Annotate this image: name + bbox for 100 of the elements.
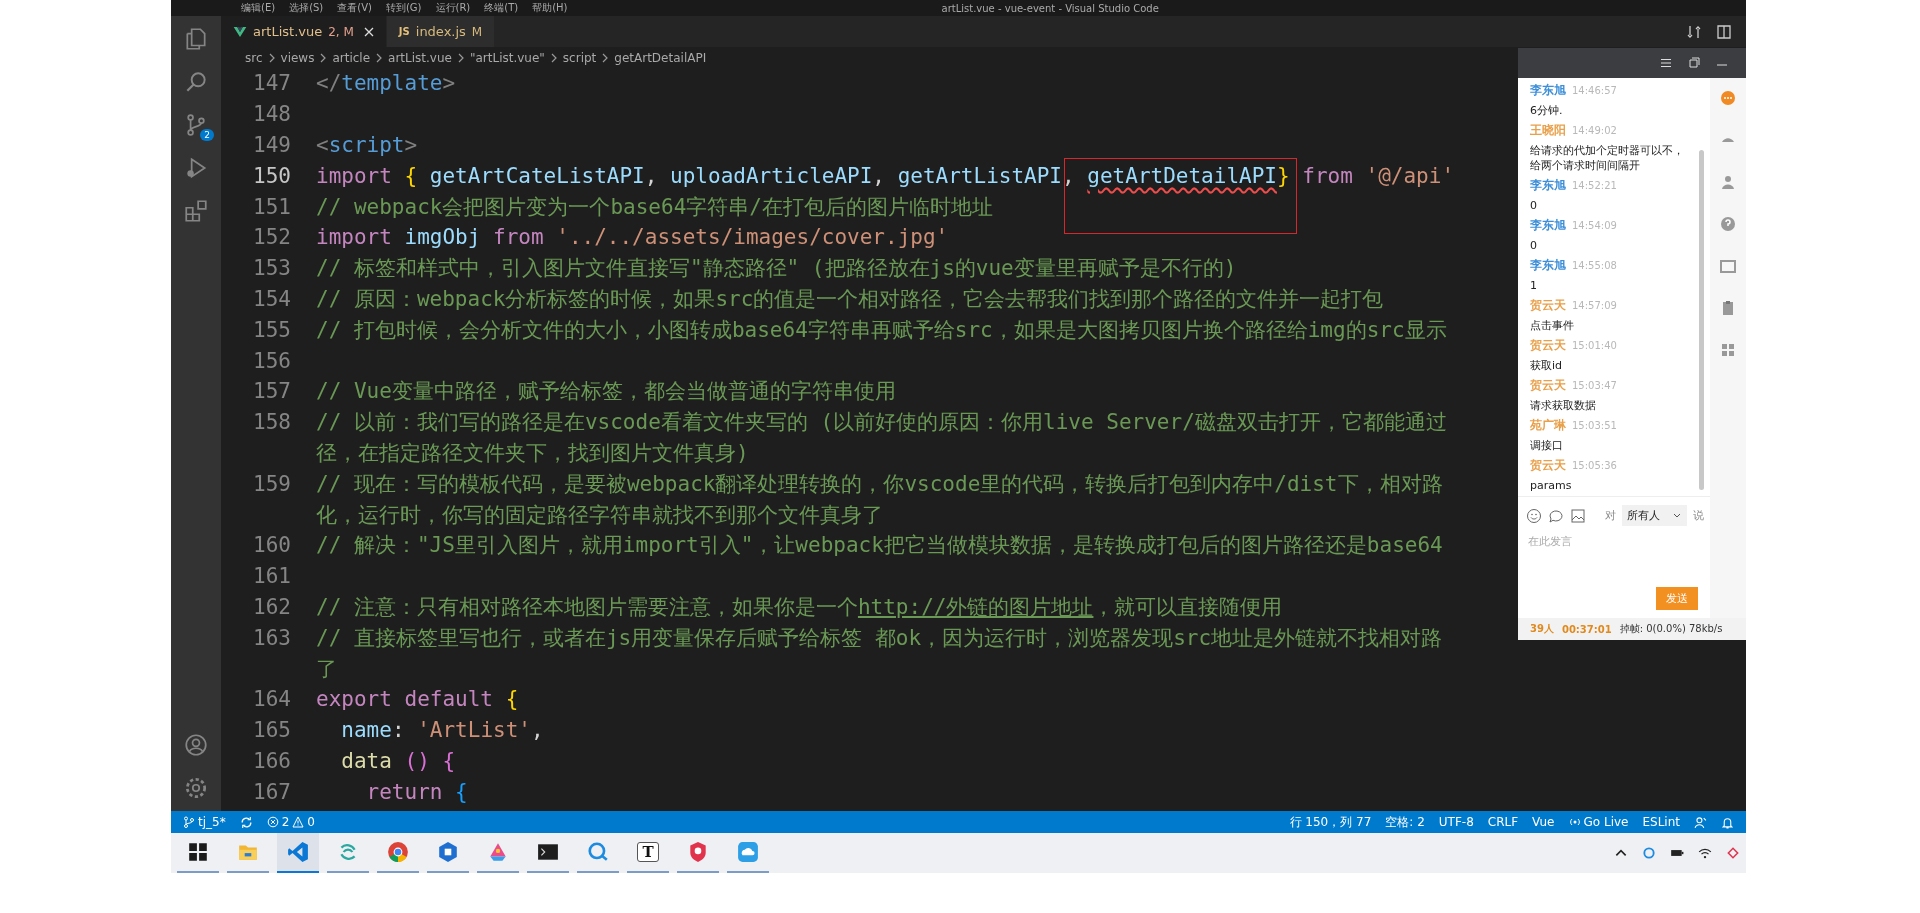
breadcrumb-item[interactable]: src (245, 50, 263, 65)
line-number: 156 (252, 348, 291, 373)
code-line: 化，运行时，你写的固定路径字符串就找不到那个文件真身了 (316, 501, 883, 529)
code-line: // webpack会把图片变为一个base64字符串/在打包后的图片临时地址 (316, 193, 993, 221)
chevron-icon (376, 52, 383, 63)
speech-bubble-icon[interactable] (1548, 507, 1564, 524)
menu-item[interactable]: 转到(G) (385, 1, 422, 15)
line-number: 162 (252, 594, 291, 619)
files-icon[interactable] (183, 26, 209, 52)
message-time: 15:05:36 (1572, 460, 1617, 471)
breadcrumb-item[interactable]: "artList.vue" (469, 50, 545, 65)
menu-item[interactable]: 运行(R) (435, 1, 471, 15)
go-live-button[interactable]: Go Live (1568, 815, 1629, 829)
line-number: 151 (252, 194, 291, 219)
chevron-icon (457, 52, 464, 63)
menu-item[interactable]: 选择(S) (289, 1, 324, 15)
sender-name: 苑广琳 (1530, 417, 1566, 434)
restore-icon[interactable] (1688, 57, 1700, 69)
taskbar-app[interactable]: T (627, 833, 669, 873)
problems-indicator[interactable]: 2 0 (266, 815, 315, 829)
message-time: 14:54:09 (1572, 220, 1617, 231)
line-number: 152 (252, 225, 291, 250)
account-icon[interactable] (183, 732, 209, 758)
message-time: 15:01:40 (1572, 340, 1617, 351)
close-icon[interactable] (363, 26, 374, 37)
status-item[interactable]: 空格: 2 (1385, 813, 1425, 831)
sender-name: 李东旭 (1530, 257, 1566, 274)
line-number: 147 (252, 71, 291, 96)
settings-icon[interactable] (183, 775, 209, 801)
tray-app-icon[interactable] (1726, 846, 1740, 860)
tray-app-icon[interactable] (1642, 846, 1656, 860)
breadcrumb-item[interactable]: article (332, 50, 371, 65)
bell-icon[interactable] (1721, 815, 1734, 829)
code-line: // 标签和样式中，引入图片文件直接写"静态路径" (把路径放在js的vue变量里再赋予是不行的) (316, 255, 1237, 283)
message-text: 0 (1530, 198, 1538, 213)
warning-icon (292, 816, 305, 828)
board-icon[interactable] (1720, 258, 1736, 274)
message-text: params (1530, 478, 1573, 493)
editor-tab[interactable]: artList.vue 2, M (221, 16, 387, 47)
split-editor-icon[interactable] (1716, 23, 1732, 40)
compare-icon[interactable] (1686, 23, 1702, 40)
grid-icon[interactable] (1720, 342, 1736, 358)
menu-item[interactable]: 编辑(E) (241, 1, 276, 15)
code-line: data () { (340, 748, 456, 773)
sender-name: 贺云天 (1530, 457, 1566, 474)
menu-item[interactable]: 终端(T) (484, 1, 519, 15)
status-item[interactable]: Vue (1532, 815, 1555, 829)
message-time: 15:03:47 (1572, 380, 1617, 391)
code-line: // 现在：写的模板代码，是要被webpack翻译处理转换的，你vscode里的代码，转换后打包到内存中/dist下，相对路 (316, 470, 1443, 498)
chat-bubble-icon[interactable] (1720, 90, 1736, 106)
cloud-icon (737, 841, 759, 863)
question-icon[interactable] (1720, 216, 1736, 232)
line-number: 158 (252, 410, 291, 435)
people-count: 39人 (1530, 622, 1554, 636)
user-icon[interactable] (1720, 174, 1736, 190)
code-line: import { getArtCateListAPI, uploadArticleAPI, getArtListAPI, getArtDetailAPI} from '@/api' (316, 163, 1455, 188)
letter-icon: T (637, 842, 659, 862)
message-time: 14:55:08 (1572, 260, 1617, 271)
sender-name: 贺云天 (1530, 297, 1566, 314)
sync-icon[interactable] (239, 815, 253, 829)
menu-item[interactable]: 帮助(H) (532, 1, 568, 15)
breadcrumb-item[interactable]: views (280, 50, 315, 65)
menu-icon[interactable] (1660, 57, 1672, 69)
status-item[interactable]: ESLint (1642, 815, 1680, 829)
breadcrumb-item[interactable]: script (562, 50, 597, 65)
image-icon[interactable] (1570, 507, 1586, 524)
chevron-icon (550, 52, 557, 63)
clipboard-icon[interactable] (1720, 300, 1736, 316)
line-number: 165 (252, 718, 291, 743)
message-text: 1 (1530, 278, 1538, 293)
line-number: 154 (252, 286, 291, 311)
smiley-icon[interactable] (1526, 507, 1542, 524)
sender-name: 李东旭 (1530, 82, 1566, 99)
message-text: 调接口 (1530, 438, 1564, 453)
say-label: 说 (1693, 508, 1704, 524)
line-number: 155 (252, 317, 291, 342)
status-item[interactable]: 行 150，列 77 (1289, 813, 1372, 831)
menu-item[interactable]: 查看(V) (337, 1, 372, 15)
sender-name: 李东旭 (1530, 177, 1566, 194)
windows-logo-icon (187, 841, 209, 863)
line-number: 161 (252, 564, 291, 589)
breadcrumb-item[interactable]: getArtDetailAPI (614, 50, 707, 65)
code-line: // 注意：只有相对路径本地图片需要注意，如果你是一个http://外链的图片地址，就可以直接随便用 (316, 593, 1283, 621)
wifi-icon[interactable] (1698, 846, 1712, 860)
recipient-dropdown[interactable]: 所有人 (1622, 505, 1687, 527)
scrollbar[interactable] (1699, 150, 1704, 490)
network-stats: 掉帧: 0(0.0%) 78kb/s (1619, 622, 1723, 636)
message-time: 14:46:57 (1572, 85, 1617, 96)
js-file-icon: JS (398, 26, 410, 37)
branch-indicator[interactable]: tj_5* (183, 815, 226, 829)
person-icon[interactable] (1694, 815, 1707, 829)
status-item[interactable]: CRLF (1487, 815, 1519, 829)
code-line: // 打包时候，会分析文件的大小，小图转成base64字符串再赋予给src，如果是大图拷贝图片换个路径给img的src显示 (316, 316, 1447, 344)
extensions-icon[interactable] (183, 198, 209, 224)
message-time: 14:52:21 (1572, 180, 1617, 191)
breadcrumb-item[interactable]: artList.vue (388, 50, 452, 65)
editor-tab[interactable]: JS index.js M (386, 16, 496, 47)
status-item[interactable]: UTF-8 (1438, 815, 1474, 829)
code-editor-icon (287, 841, 309, 863)
line-number: 164 (252, 687, 291, 712)
